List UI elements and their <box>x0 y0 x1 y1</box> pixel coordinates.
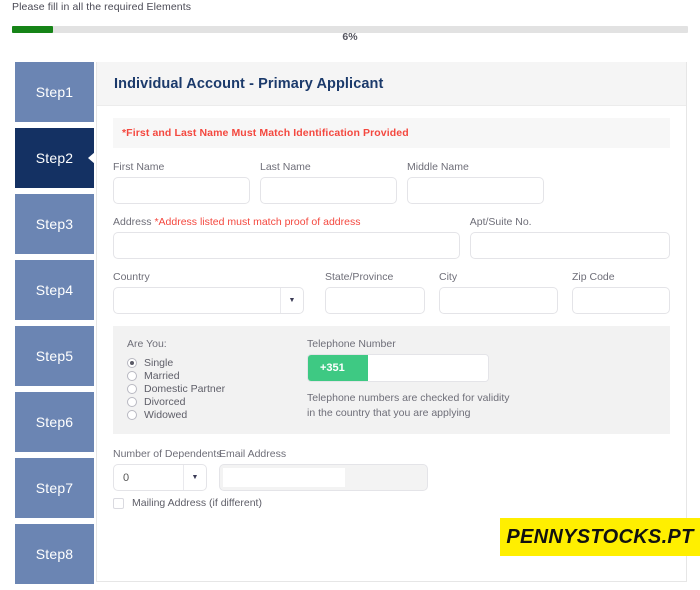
chevron-down-icon: ▼ <box>183 465 206 490</box>
telephone-country-prefix[interactable]: +351 <box>308 355 368 381</box>
marital-status-option[interactable]: Widowed <box>127 409 307 421</box>
radio-icon[interactable] <box>127 358 137 368</box>
marital-status-option-label: Divorced <box>144 396 186 408</box>
panel-header: Individual Account - Primary Applicant <box>97 62 686 106</box>
sidebar-item-step3[interactable]: Step3 <box>15 194 94 254</box>
dependents-label: Number of Dependents <box>113 448 222 460</box>
state-field: State/Province <box>325 271 425 314</box>
zip-field: Zip Code <box>572 271 670 314</box>
zip-code-input[interactable] <box>572 287 670 314</box>
state-label: State/Province <box>325 271 394 283</box>
sidebar-item-label: Step4 <box>35 282 74 298</box>
zip-label: Zip Code <box>572 271 615 283</box>
country-label: Country <box>113 271 150 283</box>
are-you-label: Are You: <box>127 338 167 350</box>
apt-suite-input[interactable] <box>469 232 670 259</box>
progress-percent-label: 6% <box>342 31 358 43</box>
marital-status-option-label: Married <box>144 370 180 382</box>
name-match-alert: *First and Last Name Must Match Identifi… <box>113 118 670 148</box>
marital-status-option-label: Single <box>144 357 174 369</box>
dependents-field: Number of Dependents 0 ▼ <box>113 448 222 491</box>
sidebar-item-step8[interactable]: Step8 <box>15 524 94 584</box>
sidebar-item-label: Step6 <box>35 414 74 430</box>
apt-label: Apt/Suite No. <box>469 216 532 228</box>
country-select[interactable]: ▼ <box>113 287 304 314</box>
mailing-address-checkbox[interactable] <box>113 497 124 509</box>
sidebar-item-step2[interactable]: Step2 <box>15 128 95 188</box>
address-row: Address *Address listed must match proof… <box>113 216 670 259</box>
address-label: Address *Address listed must match proof… <box>113 216 460 228</box>
apt-field: Apt/Suite No. <box>469 216 670 259</box>
sidebar-item-step6[interactable]: Step6 <box>15 392 94 452</box>
watermark-text: PENNYSTOCKS.PT <box>506 525 694 548</box>
middle-name-label: Middle Name <box>407 161 469 173</box>
form-panel: Individual Account - Primary Applicant *… <box>96 62 687 582</box>
middle-name-input[interactable] <box>407 177 544 204</box>
sidebar-item-label: Step3 <box>35 216 74 232</box>
city-label: City <box>439 271 458 283</box>
status-telephone-block: Are You: Single Married Domestic Partner Di… <box>113 326 670 434</box>
city-input[interactable] <box>439 287 558 314</box>
email-field[interactable] <box>219 464 428 491</box>
dependents-select[interactable]: 0 ▼ <box>113 464 207 491</box>
sidebar-item-label: Step2 <box>35 150 74 166</box>
telephone-number-input[interactable] <box>368 355 488 381</box>
sidebar-item-label: Step8 <box>35 546 74 562</box>
marital-status-option[interactable]: Married <box>127 370 307 382</box>
telephone-validity-note: Telephone numbers are checked for validi… <box>307 391 512 421</box>
marital-status-option-label: Domestic Partner <box>144 383 226 395</box>
page-instruction: Please fill in all the required Elements <box>12 1 192 13</box>
first-name-input[interactable] <box>113 177 250 204</box>
sidebar-item-step5[interactable]: Step5 <box>15 326 94 386</box>
middle-name-field: Middle Name <box>407 161 544 204</box>
sidebar-item-step7[interactable]: Step7 <box>15 458 94 518</box>
first-name-label: First Name <box>113 161 165 173</box>
step-sidebar: Step1 Step2 Step3 Step4 Step5 Step6 Step7 Step8 <box>15 62 95 590</box>
location-row: Country ▼ State/Province City Zip Code <box>113 271 670 314</box>
name-match-alert-text: *First and Last Name Must Match Identifi… <box>122 127 409 139</box>
sidebar-item-step4[interactable]: Step4 <box>15 260 94 320</box>
last-name-label: Last Name <box>260 161 311 173</box>
email-label: Email Address <box>219 448 287 460</box>
sidebar-item-label: Step7 <box>35 480 74 496</box>
radio-icon[interactable] <box>127 384 137 394</box>
active-step-pointer-icon <box>88 152 95 164</box>
sidebar-item-step1[interactable]: Step1 <box>15 62 94 122</box>
marital-status-option[interactable]: Divorced <box>127 396 307 408</box>
site-watermark: PENNYSTOCKS.PT <box>500 518 700 556</box>
telephone-field: Telephone Number +351 Telephone numbers … <box>307 338 670 422</box>
radio-icon[interactable] <box>127 371 137 381</box>
marital-status-option-label: Widowed <box>144 409 188 421</box>
telephone-note-line-2: the country that you are applying <box>318 407 471 419</box>
dependents-email-row: Number of Dependents 0 ▼ Email Address <box>113 448 670 491</box>
chevron-down-icon: ▼ <box>280 288 303 313</box>
dependents-select-value: 0 <box>123 471 130 484</box>
sidebar-item-label: Step1 <box>35 84 74 100</box>
name-row: First Name Last Name Middle Name <box>113 161 670 204</box>
telephone-label: Telephone Number <box>307 338 396 350</box>
last-name-input[interactable] <box>260 177 397 204</box>
city-field: City <box>439 271 558 314</box>
address-required-note: *Address listed must match proof of addr… <box>154 216 361 228</box>
mailing-address-label: Mailing Address (if different) <box>132 497 262 509</box>
marital-status-options: Single Married Domestic Partner Divorced Wid… <box>127 357 307 421</box>
address-field: Address *Address listed must match proof… <box>113 216 460 259</box>
telephone-input-group[interactable]: +351 <box>307 354 489 382</box>
country-field: Country ▼ <box>113 271 304 314</box>
marital-status-option[interactable]: Domestic Partner <box>127 383 307 395</box>
marital-status-group: Are You: Single Married Domestic Partner Di… <box>127 338 307 422</box>
address-input[interactable] <box>113 232 460 259</box>
sidebar-item-label: Step5 <box>35 348 74 364</box>
first-name-field: First Name <box>113 161 250 204</box>
email-field-wrap: Email Address <box>219 448 428 491</box>
panel-body: *First and Last Name Must Match Identifi… <box>97 106 686 509</box>
address-label-text: Address <box>113 216 152 228</box>
radio-icon[interactable] <box>127 410 137 420</box>
last-name-field: Last Name <box>260 161 397 204</box>
mailing-address-row[interactable]: Mailing Address (if different) <box>113 497 670 509</box>
marital-status-option[interactable]: Single <box>127 357 307 369</box>
radio-icon[interactable] <box>127 397 137 407</box>
state-province-input[interactable] <box>325 287 425 314</box>
page-title: Individual Account - Primary Applicant <box>114 75 384 92</box>
